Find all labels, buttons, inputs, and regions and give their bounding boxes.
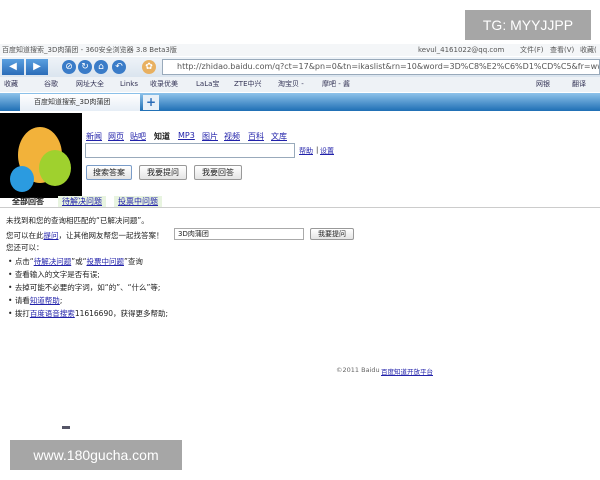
divider [0, 207, 600, 208]
ask-input[interactable]: 3D肉蒲团 [174, 228, 304, 240]
menu-favorites[interactable]: 收藏( [580, 44, 597, 56]
ask-submit-button[interactable]: 我要提问 [310, 228, 354, 240]
copyright: ©2011 Baidu [336, 366, 380, 374]
tab-all-answers[interactable]: 全部回答 [8, 196, 48, 207]
watermark-site: www.180gucha.com [10, 440, 182, 470]
nav-baike[interactable]: 百科 [248, 131, 264, 142]
nav-images[interactable]: 图片 [202, 131, 218, 142]
tip-3: • 去掉可能不必要的字词，如“的”、“什么”等; [8, 283, 161, 292]
nav-mp3[interactable]: MP3 [178, 131, 195, 140]
fav-taobao[interactable]: 淘宝贝 - [278, 77, 304, 92]
refresh-icon[interactable]: ↻ [78, 60, 92, 74]
ask-link[interactable]: 提问 [44, 231, 59, 240]
nav-web[interactable]: 网页 [108, 131, 124, 142]
account[interactable]: kevul_4161022@qq.com [418, 44, 504, 56]
nav-tieba[interactable]: 贴吧 [130, 131, 146, 142]
paw-icon[interactable]: ✿ [142, 60, 156, 74]
menu-view[interactable]: 查看(V) [550, 44, 574, 56]
settings-link[interactable]: 设置 [320, 146, 334, 156]
ask-question-button[interactable]: 我要提问 [139, 165, 187, 180]
watermark-tg: TG: MYYJJPP [465, 10, 591, 40]
tip-1: • 点击“待解决问题”或“投票中问题”查询 [8, 257, 143, 266]
fav-shoulu[interactable]: 收录优美 [150, 77, 178, 92]
pending-link[interactable]: 待解决问题 [34, 257, 72, 266]
address-bar[interactable]: http://zhidao.baidu.com/q?ct=17&pn=0&tn=… [162, 59, 600, 75]
ask-line: 您可以在此提问，让其他网友帮您一起找答案！ [6, 231, 164, 240]
fav-links[interactable]: Links [120, 77, 138, 92]
undo-icon[interactable]: ↶ [112, 60, 126, 74]
tab-baidu-zhidao[interactable]: 百度知道搜索_3D肉蒲团 [20, 94, 140, 111]
stop-icon[interactable]: ⊘ [62, 60, 76, 74]
fav-zte[interactable]: ZTE中兴 [234, 77, 262, 92]
tip-4: • 请看知道帮助; [8, 296, 63, 305]
favorites-bar: 收藏 谷歌 网址大全 Links 收录优美 LaLa宝 ZTE中兴 淘宝贝 - … [0, 77, 600, 92]
separator: | [316, 146, 319, 154]
help-link[interactable]: 帮助 [299, 146, 313, 156]
tab-pending[interactable]: 待解决问题 [58, 196, 106, 207]
answer-button[interactable]: 我要回答 [194, 165, 242, 180]
back-button[interactable]: ◀ [2, 59, 24, 75]
tab-bar: 百度知道搜索_3D肉蒲团 + [0, 93, 600, 111]
search-answer-button[interactable]: 搜索答案 [86, 165, 132, 180]
cursor-mark [62, 426, 70, 429]
search-input[interactable] [85, 143, 295, 158]
voting-link[interactable]: 投票中问题 [86, 257, 124, 266]
fav-google[interactable]: 谷歌 [44, 77, 58, 92]
nav-toolbar: ◀ ▶ ⊘ ↻ ⌂ ↶ ✿ http://zhidao.baidu.com/q?… [0, 57, 600, 77]
new-tab-button[interactable]: + [143, 95, 159, 110]
fav-lala[interactable]: LaLa宝 [196, 77, 219, 92]
fav-moba[interactable]: 摩吧 - 酱 [322, 77, 350, 92]
nav-zhidao: 知道 [154, 132, 170, 141]
menu-file[interactable]: 文件(F) [520, 44, 544, 56]
tip-5: • 拨打百度语音搜索11616690，获得更多帮助; [8, 309, 169, 318]
voice-search-link[interactable]: 百度语音搜索 [30, 309, 75, 318]
title-bar: 百度知道搜索_3D肉蒲团 - 360安全浏览器 3.8 Beta3版 kevul… [0, 44, 600, 56]
window-title: 百度知道搜索_3D肉蒲团 - 360安全浏览器 3.8 Beta3版 [2, 46, 177, 54]
forward-button[interactable]: ▶ [26, 59, 48, 75]
nav-news[interactable]: 新闻 [86, 131, 102, 142]
help-center-link[interactable]: 知道帮助 [30, 296, 60, 305]
nav-video[interactable]: 视频 [224, 131, 240, 142]
fav-star[interactable]: 收藏 [4, 77, 18, 92]
egg-icon [10, 127, 71, 192]
also-text: 您还可以： [6, 243, 44, 252]
egg-logo-image [0, 113, 82, 198]
online-bank[interactable]: 网银 [536, 77, 550, 92]
translate[interactable]: 翻译 [572, 77, 586, 92]
fav-hao[interactable]: 网址大全 [76, 77, 104, 92]
nav-wenku[interactable]: 文库 [271, 131, 287, 142]
no-result-text: 未找到和您的查询相匹配的“已解决问题”。 [6, 216, 149, 225]
tab-voting[interactable]: 投票中问题 [114, 196, 162, 207]
open-platform-link[interactable]: 百度知道开放平台 [381, 366, 433, 376]
tip-2: • 查看输入的文字是否有误; [8, 270, 100, 279]
home-icon[interactable]: ⌂ [94, 60, 108, 74]
